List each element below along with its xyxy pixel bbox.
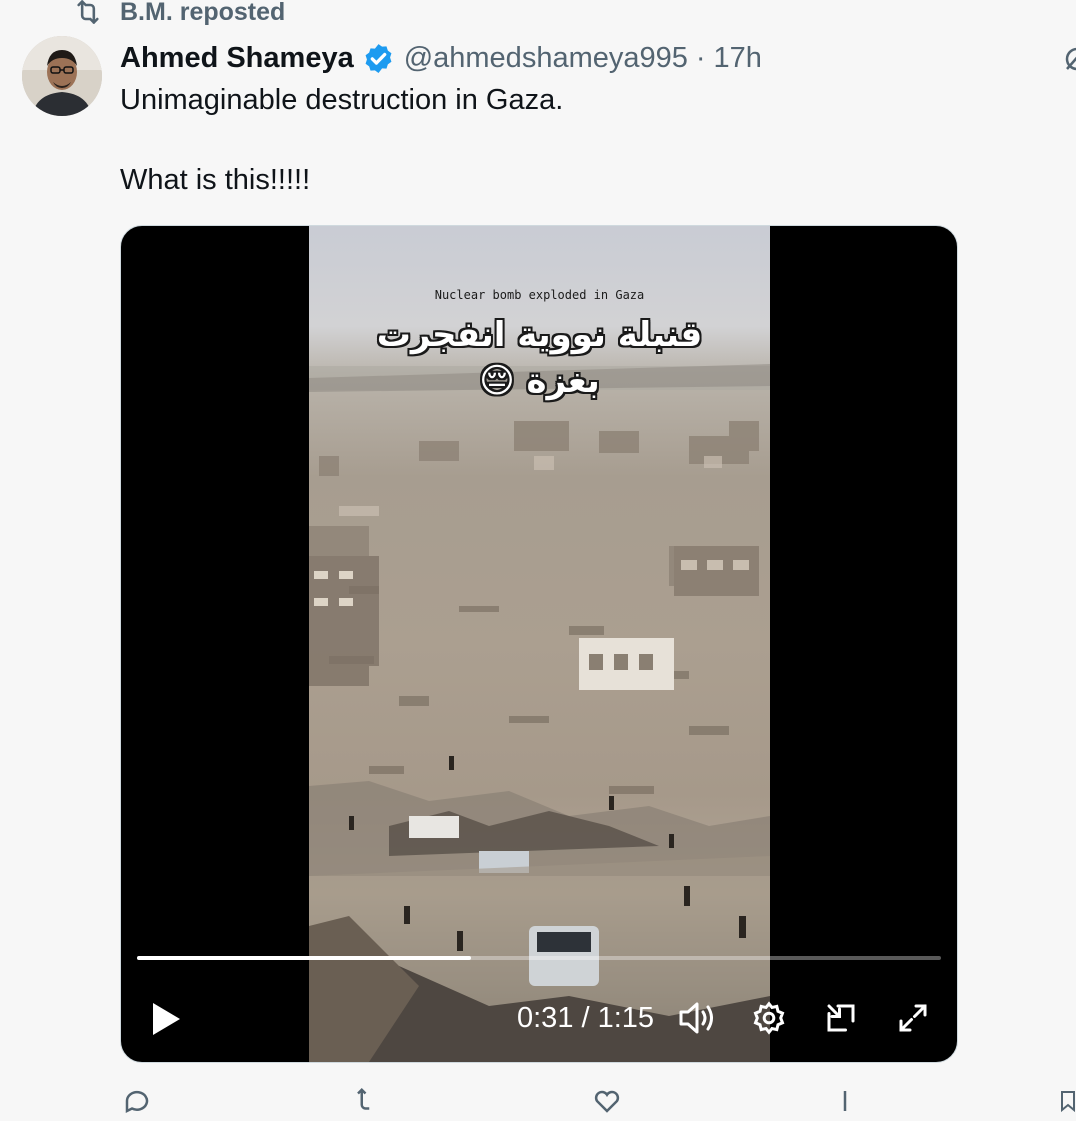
tweet-text: Unimaginable destruction in Gaza. What i… [120, 80, 1020, 200]
tweet-header: Ahmed Shameya @ahmedshameya995 · 17h [120, 38, 762, 78]
author-name[interactable]: Ahmed Shameya [120, 42, 354, 75]
avatar[interactable] [22, 36, 102, 116]
video-controls: 0:31 / 1:15 [121, 994, 957, 1044]
settings-icon[interactable] [751, 1000, 787, 1036]
picture-in-picture-icon[interactable] [823, 1000, 859, 1036]
avatar-image [22, 36, 102, 116]
grok-icon[interactable] [1062, 44, 1076, 74]
verified-badge-icon[interactable] [362, 42, 395, 75]
repost-indicator[interactable]: B.M. reposted [72, 0, 285, 28]
video-caption-arabic: قنبلة نووية انفجرت بغزة 😔 [376, 315, 703, 401]
tweet-actions [120, 1086, 1076, 1116]
tweet-text-line: What is this!!!!! [120, 164, 311, 196]
author-handle[interactable]: @ahmedshameya995 [404, 42, 688, 75]
tweet-text-line: Unimaginable destruction in Gaza. [120, 84, 564, 116]
post-timestamp[interactable]: 17h [714, 42, 762, 75]
repost-icon [77, 0, 99, 24]
views-icon[interactable] [830, 1086, 860, 1121]
reply-icon[interactable] [122, 1086, 152, 1121]
video-progress-fill [137, 956, 471, 960]
video-time-display: 0:31 / 1:15 [517, 1002, 655, 1034]
like-icon[interactable] [592, 1086, 622, 1121]
separator-dot: · [695, 41, 706, 74]
video-frame[interactable]: Nuclear bomb exploded in Gaza قنبلة نووي… [309, 226, 770, 1062]
video-caption-english: Nuclear bomb exploded in Gaza [434, 288, 645, 302]
video-progress-bar[interactable] [137, 956, 941, 960]
volume-icon[interactable] [677, 998, 719, 1038]
repost-label: B.M. reposted [120, 0, 286, 26]
bookmark-icon[interactable] [1056, 1086, 1076, 1121]
video-player[interactable]: Nuclear bomb exploded in Gaza قنبلة نووي… [120, 225, 958, 1063]
retweet-icon[interactable] [352, 1086, 384, 1121]
fullscreen-icon[interactable] [895, 1000, 931, 1036]
play-icon[interactable] [149, 1000, 183, 1038]
